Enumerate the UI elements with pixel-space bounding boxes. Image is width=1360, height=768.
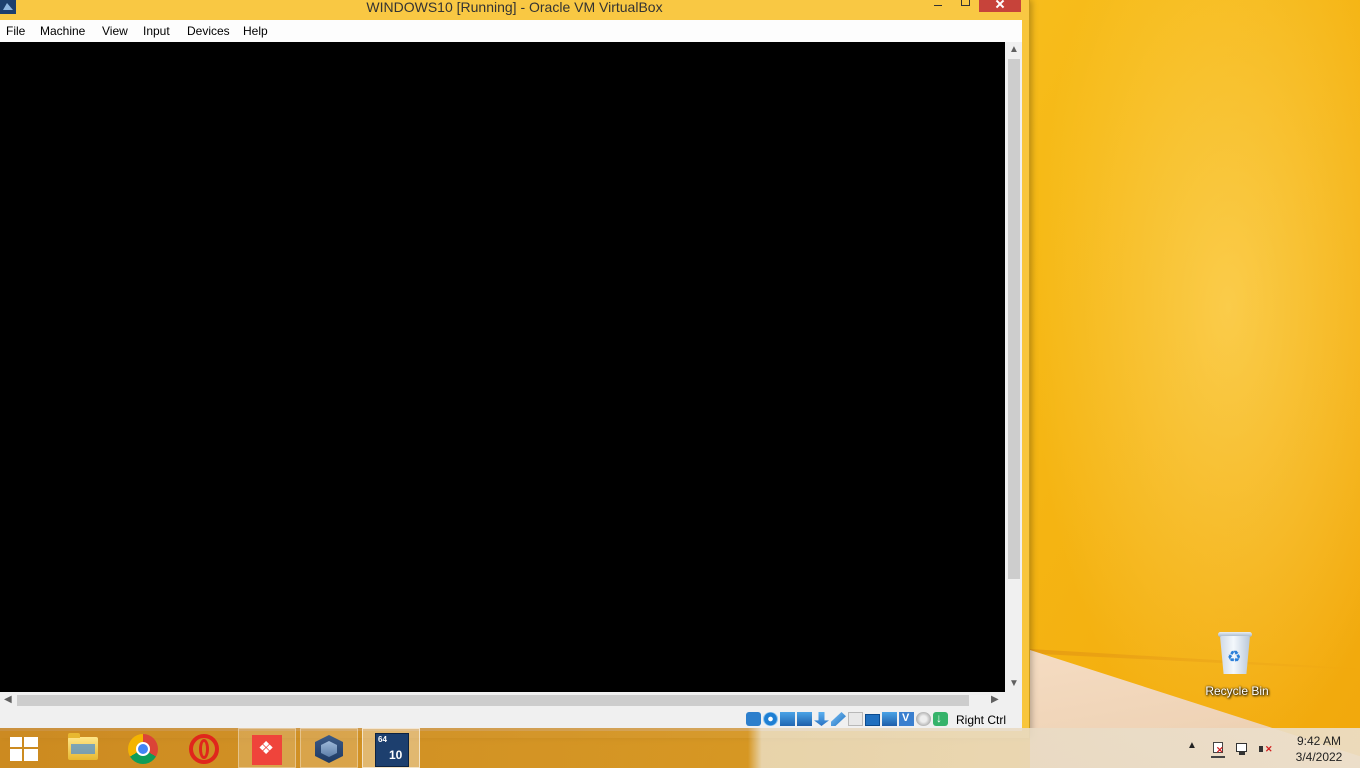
scroll-left-arrow-icon[interactable]: ◀ [4, 695, 12, 705]
title-bar[interactable]: WINDOWS10 [Running] - Oracle VM VirtualB… [0, 0, 1029, 20]
menu-file[interactable]: File [6, 24, 25, 38]
vm-icon-badge-64: 64 [378, 735, 387, 744]
network-icon[interactable] [797, 712, 812, 726]
taskbar: 64 10 [0, 728, 1360, 768]
vm-icon-badge-10: 10 [389, 748, 403, 762]
taskbar-opera[interactable] [176, 728, 234, 768]
windows10-vm-icon: 64 10 [375, 733, 409, 767]
taskbar-anydesk[interactable] [238, 728, 296, 768]
taskbar-file-explorer[interactable] [52, 728, 110, 768]
windows-logo-icon [10, 737, 38, 761]
display-icon[interactable] [865, 714, 880, 726]
menu-devices[interactable]: Devices [187, 24, 230, 38]
scroll-right-arrow-icon[interactable]: ▶ [991, 695, 999, 705]
menu-machine[interactable]: Machine [40, 24, 85, 38]
clock-date: 3/4/2022 [1295, 750, 1343, 764]
taskbar-virtualbox-manager[interactable] [300, 728, 358, 768]
scroll-down-arrow-icon[interactable]: ▼ [1009, 679, 1019, 689]
audio-icon[interactable] [780, 712, 795, 726]
action-center-flag-icon[interactable] [1211, 742, 1225, 758]
optical-drive-icon[interactable] [763, 712, 778, 726]
virtualbox-window: WINDOWS10 [Running] - Oracle VM VirtualB… [0, 0, 1030, 738]
vertical-scrollbar[interactable]: ▲ ▼ [1005, 42, 1022, 692]
vm-display[interactable] [0, 42, 1005, 692]
chrome-icon [128, 734, 158, 764]
shared-folders-icon[interactable] [831, 712, 846, 726]
menu-bar: File Machine View Input Devices Help [0, 20, 1022, 42]
horizontal-scrollbar[interactable]: ◀ ▶ [0, 692, 1005, 709]
maximize-button[interactable] [952, 0, 978, 12]
taskbar-windows10-vm[interactable]: 64 10 [362, 728, 420, 768]
clipboard-icon[interactable] [848, 712, 863, 726]
host-key-label[interactable]: Right Ctrl [956, 713, 1006, 727]
show-hidden-icons-chevron-icon[interactable]: ▲ [1187, 740, 1197, 751]
scroll-up-arrow-icon[interactable]: ▲ [1009, 45, 1019, 55]
storage-icon[interactable] [746, 712, 761, 726]
menu-view[interactable]: View [102, 24, 128, 38]
opera-icon [189, 734, 219, 764]
recycle-bin-shortcut[interactable]: Recycle Bin [1200, 630, 1274, 700]
network-icon[interactable] [1235, 742, 1249, 756]
system-clock[interactable]: 9:42 AM 3/4/2022 [1288, 733, 1350, 765]
scroll-corner [1005, 692, 1022, 709]
status-icons [746, 711, 948, 728]
video-capture-icon[interactable] [882, 712, 897, 726]
usb-icon[interactable] [814, 712, 829, 726]
volume-muted-icon[interactable] [1259, 742, 1273, 756]
taskbar-chrome[interactable] [114, 728, 172, 768]
keyboard-icon[interactable] [933, 711, 948, 726]
anydesk-icon [252, 735, 282, 765]
recycle-bin-label: Recycle Bin [1205, 684, 1269, 698]
virtualbox-icon [315, 735, 343, 763]
window-title: WINDOWS10 [Running] - Oracle VM VirtualB… [366, 0, 663, 15]
virtualization-icon[interactable] [899, 712, 914, 726]
menu-help[interactable]: Help [243, 24, 268, 38]
clock-time: 9:42 AM [1296, 734, 1342, 748]
mouse-integration-icon[interactable] [916, 712, 931, 726]
folder-icon [68, 733, 98, 760]
menu-input[interactable]: Input [143, 24, 170, 38]
minimize-button[interactable] [925, 0, 951, 12]
close-button[interactable] [979, 0, 1021, 12]
recycle-bin-icon [1220, 636, 1250, 674]
vertical-scroll-thumb[interactable] [1008, 59, 1020, 579]
horizontal-scroll-thumb[interactable] [17, 695, 969, 706]
start-button[interactable] [0, 728, 48, 768]
